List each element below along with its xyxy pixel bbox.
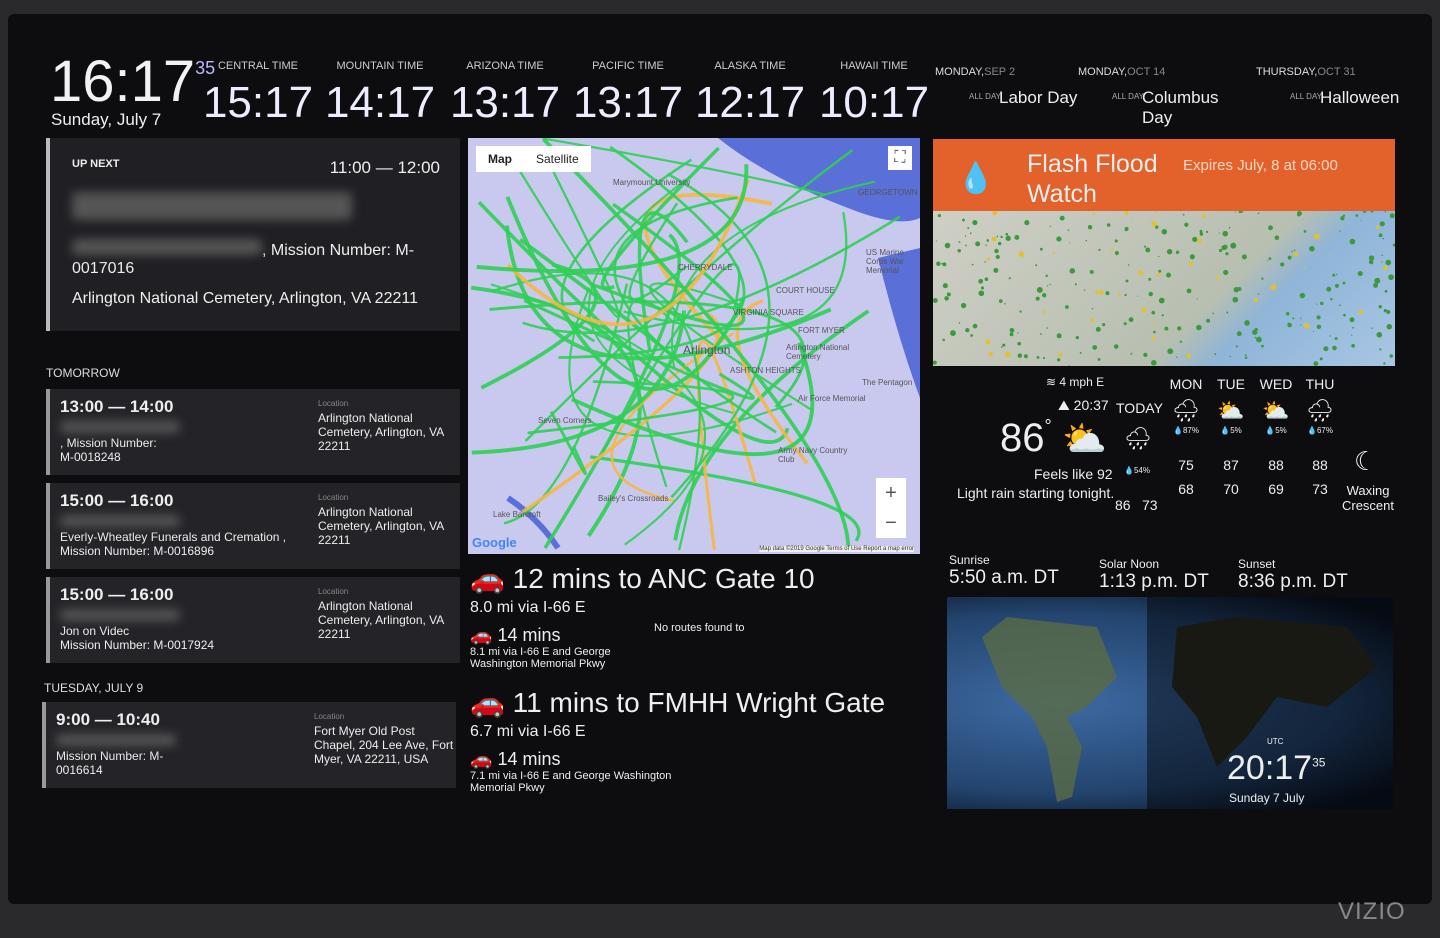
alert-title: Flash Flood Watch bbox=[1027, 150, 1158, 208]
redacted-text bbox=[72, 239, 262, 255]
section-tuesday: TUESDAY, JULY 9 bbox=[44, 681, 144, 695]
utc-date: Sunday 7 July bbox=[1229, 791, 1305, 805]
partly-sunny-icon: ⛅ bbox=[1262, 398, 1290, 423]
timezone-clock: MOUNTAIN TIME 14:17 bbox=[324, 60, 436, 127]
map-attribution[interactable]: Map data ©2019 Google Terms of Use Repor… bbox=[759, 546, 914, 552]
fullscreen-icon[interactable]: ⛶ bbox=[888, 146, 912, 170]
map-label: Air Force Memorial bbox=[798, 394, 866, 403]
holiday-item[interactable]: THURSDAY,OCT 31 ALL DAY Halloween bbox=[1256, 66, 1399, 108]
map-label: US Marine Corps War Memorial bbox=[866, 248, 904, 275]
rain-icon: 🌧 bbox=[1172, 398, 1200, 423]
today-low: 73 bbox=[1142, 497, 1158, 513]
day-night-world-map: UTC 20:1735 Sunday 7 July bbox=[947, 597, 1393, 809]
calendar-event[interactable]: 15:00 — 16:00 Everly-Wheatley Funerals an… bbox=[46, 483, 460, 569]
forecast-day: THU 🌧 💧67% 88 73 bbox=[1302, 376, 1338, 497]
map-label: The Pentagon bbox=[862, 378, 913, 387]
current-temp: 86° bbox=[1000, 416, 1052, 460]
all-day-badge: ALL DAY bbox=[969, 92, 1002, 101]
car-icon: 🚗 bbox=[470, 749, 493, 769]
holiday-item[interactable]: MONDAY,SEP 2 ALL DAY Labor Day bbox=[935, 66, 1077, 108]
timezone-clock: ARIZONA TIME 13:17 bbox=[449, 60, 561, 127]
map-label: ASHTON HEIGHTS bbox=[730, 366, 801, 375]
rain-icon: 🌧 bbox=[1306, 398, 1334, 423]
car-icon: 🚗 bbox=[470, 563, 505, 594]
calendar-event[interactable]: 13:00 — 14:00, Mission Number: M-0018248 L… bbox=[46, 389, 460, 475]
up-next-card[interactable]: UP NEXT 11:00 — 12:00 , Mission Number: … bbox=[46, 138, 460, 331]
map-type-tabs: Map Satellite bbox=[476, 146, 591, 172]
traffic-map[interactable]: Map Satellite ⛶ + − Google Map data ©2019… bbox=[468, 138, 920, 554]
up-next-mission-number: 0017016 bbox=[72, 260, 135, 277]
sunrise: Sunrise 5:50 a.m. DT bbox=[949, 553, 1059, 588]
weather-radar-map bbox=[932, 209, 1396, 367]
solar-noon: Solar Noon 1:13 p.m. DT bbox=[1099, 557, 1209, 592]
map-label: CHERRYDALE bbox=[678, 263, 733, 272]
map-label: GEORGETOWN bbox=[858, 188, 918, 197]
sunset-icon: ⛰ bbox=[1058, 397, 1074, 413]
local-clock: 16:1735 bbox=[50, 49, 216, 114]
map-label: Bailey's Crossroads bbox=[598, 494, 669, 503]
redacted-title bbox=[72, 192, 352, 220]
sunset-time: ⛰ 20:37 bbox=[1058, 397, 1109, 413]
water-drops-icon: 💧 bbox=[957, 162, 995, 195]
rain-icon: 🌧 bbox=[1124, 426, 1152, 451]
forecast-day: WED ⛅ 💧5% 88 69 bbox=[1259, 376, 1293, 497]
map-label: FORT MYER bbox=[798, 326, 845, 335]
calendar-event[interactable]: 15:00 — 16:00 Jon on Videc Mission Number:… bbox=[46, 577, 460, 663]
today-label: TODAY bbox=[1116, 400, 1163, 416]
local-date: Sunday, July 7 bbox=[51, 110, 162, 129]
wind-icon: ≋ bbox=[1046, 375, 1060, 389]
vizio-logo: VIZIO bbox=[1338, 898, 1406, 925]
map-label: Army Navy Country Club bbox=[778, 446, 848, 464]
today-precip: 💧54% bbox=[1124, 466, 1150, 475]
up-next-time: 11:00 — 12:00 bbox=[329, 158, 440, 177]
up-next-mission: , Mission Number: M- bbox=[262, 242, 415, 259]
map-label: VIRGINIA SQUARE bbox=[733, 308, 804, 317]
utc-clock: 20:1735 bbox=[1227, 749, 1326, 787]
feels-like: Feels like 92 bbox=[1034, 466, 1113, 482]
no-routes-note: No routes found to bbox=[654, 622, 745, 634]
forecast-day: TUE ⛅ 💧5% 87 70 bbox=[1213, 376, 1249, 497]
car-icon: 🚗 bbox=[470, 625, 493, 645]
today-high: 86 bbox=[1115, 497, 1131, 513]
moon-icon: ☾ bbox=[1354, 446, 1378, 476]
holiday-item[interactable]: MONDAY,OCT 14 ALL DAY Columbus Day bbox=[1078, 66, 1219, 128]
alert-expiry: Expires July, 8 at 06:00 bbox=[1183, 157, 1338, 174]
forecast-day: MON 🌧 💧87% 75 68 bbox=[1169, 376, 1203, 497]
car-icon: 🚗 bbox=[470, 687, 505, 718]
route-card[interactable]: 🚗 12 mins to ANC Gate 10 8.0 mi via I-66 … bbox=[470, 562, 815, 670]
timezone-clock: ALASKA TIME 12:17 bbox=[694, 60, 806, 127]
timezone-clock: CENTRAL TIME 15:17 bbox=[202, 60, 314, 127]
utc-label: UTC bbox=[1267, 737, 1284, 746]
moon-phase: Waxing Crescent bbox=[1341, 483, 1395, 513]
map-label: Arlington National Cemetery bbox=[786, 343, 850, 361]
weather-summary: Light rain starting tonight. bbox=[957, 485, 1115, 501]
timezone-clock: PACIFIC TIME 13:17 bbox=[572, 60, 684, 127]
zoom-controls[interactable]: + − bbox=[876, 478, 906, 538]
up-next-location: Arlington National Cemetery, Arlington, … bbox=[72, 290, 418, 307]
partly-cloudy-icon: ⛅ bbox=[1062, 418, 1107, 459]
timezone-clock: HAWAII TIME 10:17 bbox=[818, 60, 930, 127]
zoom-in-button[interactable]: + bbox=[876, 478, 906, 508]
all-day-badge: ALL DAY bbox=[1290, 92, 1323, 101]
route-card[interactable]: 🚗 11 mins to FMHH Wright Gate 6.7 mi via … bbox=[470, 686, 885, 794]
map-label: Arlington bbox=[683, 343, 731, 357]
map-label: Marymount University bbox=[613, 178, 691, 187]
map-label: COURT HOUSE bbox=[776, 286, 835, 295]
tab-satellite[interactable]: Satellite bbox=[524, 146, 591, 172]
map-label: Seven Corners bbox=[538, 416, 592, 425]
zoom-out-button[interactable]: − bbox=[876, 508, 906, 538]
sunset: Sunset 8:36 p.m. DT bbox=[1238, 557, 1348, 592]
section-tomorrow: TOMORROW bbox=[46, 366, 120, 380]
all-day-badge: ALL DAY bbox=[1112, 92, 1145, 101]
calendar-event[interactable]: 9:00 — 10:40 Mission Number: M- 0016614 Loc… bbox=[42, 702, 456, 788]
google-logo: Google bbox=[472, 535, 517, 550]
partly-sunny-icon: ⛅ bbox=[1217, 398, 1245, 423]
tab-map[interactable]: Map bbox=[476, 146, 524, 172]
wind: ≋ 4 mph E bbox=[1046, 375, 1105, 389]
map-label: Lake Barcroft bbox=[493, 510, 541, 519]
flash-flood-alert[interactable]: 💧 Flash Flood Watch Expires July, 8 at 0… bbox=[933, 139, 1395, 211]
